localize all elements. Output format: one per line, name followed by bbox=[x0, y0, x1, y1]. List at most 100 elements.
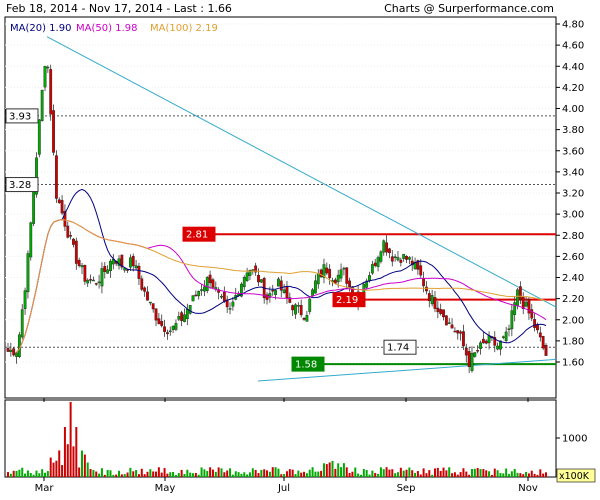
candle-body bbox=[245, 272, 249, 281]
candle-body bbox=[336, 274, 340, 283]
volume-bar bbox=[274, 467, 277, 477]
y-tick-label: 4.00 bbox=[562, 104, 584, 115]
volume-bar bbox=[488, 471, 491, 477]
candle-body bbox=[302, 317, 306, 320]
volume-bar bbox=[525, 471, 528, 477]
volume-bar bbox=[103, 474, 106, 477]
volume-bar bbox=[209, 467, 212, 477]
candle-body bbox=[442, 309, 445, 318]
candle-body bbox=[205, 276, 209, 292]
volume-bar bbox=[194, 472, 197, 477]
volume-bar bbox=[160, 472, 163, 477]
candle-body bbox=[396, 257, 400, 261]
candle-body bbox=[345, 267, 349, 284]
volume-bar bbox=[112, 474, 115, 477]
volume-bar bbox=[174, 474, 177, 477]
volume-bar bbox=[95, 471, 98, 477]
level-label-1.74: 1.74 bbox=[387, 343, 409, 354]
y-tick-label: 1.60 bbox=[562, 358, 584, 369]
candle-body bbox=[148, 301, 152, 304]
volume-bar bbox=[86, 462, 89, 477]
candle-body bbox=[348, 280, 351, 288]
candle-body bbox=[9, 349, 13, 353]
price-chart: 4.80 4.60 4.40 4.20 4.00 3.80 3.60 3.40 3.20 3.00… bbox=[4, 16, 596, 494]
volume-bar bbox=[137, 474, 140, 477]
candle-body bbox=[60, 200, 64, 214]
volume-bar bbox=[479, 469, 482, 477]
support-label-1.58: 1.58 bbox=[295, 360, 317, 371]
candle-body bbox=[388, 248, 391, 254]
volume-bar bbox=[322, 463, 325, 477]
candle-body bbox=[265, 294, 269, 300]
y-tick-label: 2.20 bbox=[562, 294, 584, 305]
volume-bar bbox=[135, 470, 138, 477]
volume-unit-label: x100K bbox=[559, 471, 590, 482]
candle-body bbox=[399, 259, 403, 263]
volume-bar bbox=[305, 473, 308, 477]
volume-bar bbox=[465, 471, 468, 477]
candle-body bbox=[134, 265, 138, 269]
volume-bar bbox=[243, 472, 246, 477]
volume-bar bbox=[402, 470, 405, 477]
volume-bar bbox=[453, 472, 456, 477]
volume-bar bbox=[260, 469, 263, 477]
volume-bar bbox=[419, 474, 422, 477]
volume-bar bbox=[411, 470, 414, 477]
candle-body bbox=[271, 290, 275, 292]
volume-bar bbox=[129, 467, 132, 477]
volume-bar bbox=[203, 469, 206, 477]
volume-bar bbox=[473, 468, 476, 477]
volume-bar bbox=[268, 471, 271, 477]
volume-bar bbox=[493, 468, 496, 477]
volume-bar bbox=[240, 473, 243, 477]
volume-bar bbox=[533, 473, 536, 477]
candle-body bbox=[282, 289, 286, 294]
candle-body bbox=[151, 303, 155, 310]
y-tick-label: 3.20 bbox=[562, 189, 584, 200]
candle-body bbox=[74, 240, 78, 264]
volume-bar bbox=[69, 402, 72, 477]
volume-bar bbox=[422, 468, 425, 477]
volume-tick-label: 1000 bbox=[562, 434, 587, 445]
candle-body bbox=[368, 275, 371, 281]
volume-bar bbox=[177, 473, 180, 477]
volume-bar bbox=[106, 469, 109, 477]
volume-bar bbox=[143, 474, 146, 477]
volume-bar bbox=[98, 473, 101, 477]
volume-bar bbox=[314, 471, 317, 477]
candle-body bbox=[26, 253, 30, 293]
candle-body bbox=[459, 331, 463, 334]
candle-body bbox=[97, 281, 101, 284]
volume-bar bbox=[44, 472, 47, 477]
volume-bar bbox=[55, 460, 58, 477]
volume-bar bbox=[394, 473, 397, 477]
candle-body bbox=[40, 89, 44, 121]
volume-bar bbox=[334, 468, 337, 477]
x-tick-label: Sep bbox=[397, 483, 416, 494]
volume-bar bbox=[231, 474, 234, 477]
volume-bar bbox=[7, 472, 9, 477]
y-tick-label: 4.20 bbox=[562, 83, 584, 94]
volume-bar bbox=[257, 473, 260, 477]
candle-body bbox=[72, 238, 75, 245]
volume-bar bbox=[345, 467, 348, 477]
volume-bar bbox=[63, 427, 66, 477]
volume-bar bbox=[26, 470, 29, 477]
candle-body bbox=[177, 316, 181, 320]
candle-body bbox=[211, 279, 215, 288]
candle-body bbox=[54, 155, 58, 199]
volume-bar bbox=[283, 474, 286, 477]
candle-body bbox=[146, 291, 149, 301]
volume-bar bbox=[172, 471, 175, 477]
candle-body bbox=[43, 65, 47, 88]
volume-bar bbox=[24, 473, 27, 477]
volume-bar bbox=[331, 460, 334, 477]
volume-bar bbox=[462, 468, 465, 477]
volume-bar bbox=[157, 467, 160, 477]
candle-body bbox=[427, 293, 431, 302]
volume-bar bbox=[61, 465, 64, 477]
candle-body bbox=[484, 340, 488, 344]
volume-bar bbox=[476, 467, 479, 477]
volume-bar bbox=[206, 470, 209, 477]
volume-bar bbox=[211, 469, 214, 477]
